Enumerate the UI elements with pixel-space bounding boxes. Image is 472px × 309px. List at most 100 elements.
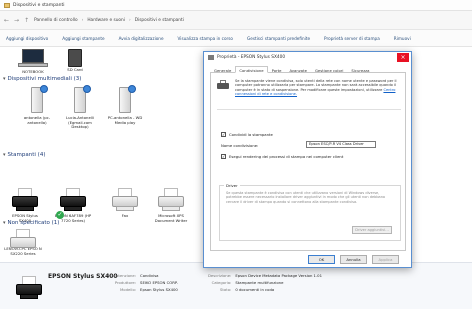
share-printer-label: Condividi la stampante (229, 132, 273, 137)
device-notebook[interactable]: NOTEBOOK (14, 49, 52, 75)
tab-color-management[interactable]: Gestione colori (311, 66, 347, 73)
device-multimedia-2[interactable]: Lucia-Antonelli (Egmail.com Desktop) (61, 85, 99, 130)
apply-button[interactable]: Applica (372, 255, 399, 264)
dialog-tabs: Generale Condivisione Porte Avanzate Ges… (210, 66, 406, 73)
render-client-row[interactable]: ✓ Esegui rendering dei processi di stamp… (221, 154, 343, 159)
folder-icon (4, 2, 10, 8)
forward-arrow-icon[interactable]: → (14, 17, 19, 24)
device-label: SD Card (67, 67, 83, 72)
manage-default-printers-button[interactable]: Gestisci stampanti predefinite (247, 36, 310, 41)
up-arrow-icon[interactable]: ↑ (24, 17, 29, 24)
tab-general[interactable]: Generale (210, 66, 235, 73)
section-title: Stampanti (4) (7, 152, 46, 158)
details-key: Stato: (220, 287, 232, 292)
device-unspecified-1[interactable]: LENOVO-PC EPSO N SX220 Series (4, 228, 42, 256)
device-label: PC-antonella - WD Media play (107, 115, 143, 125)
breadcrumb-item[interactable]: Dispositivi e stampanti (135, 18, 184, 23)
address-bar: ← → ↑ Pannello di controllo › Hardware e… (0, 11, 472, 30)
printer-icon (14, 275, 44, 301)
section-title: Dispositivi multimediali (3) (7, 76, 82, 82)
window-title: Dispositivi e stampanti (13, 2, 65, 8)
sharing-tab-panel: Se la stampante viene condivisa, solo ut… (210, 73, 406, 251)
section-title: Non specificato (1) (7, 220, 60, 226)
cancel-button[interactable]: Annulla (340, 255, 367, 264)
breadcrumb-item[interactable]: Hardware e suoni (87, 18, 125, 23)
tab-ports[interactable]: Porte (268, 66, 286, 73)
collapse-chevron-icon[interactable]: ▾ (3, 220, 6, 226)
drivers-title: Driver (224, 183, 240, 188)
collapse-chevron-icon[interactable]: ▾ (3, 152, 6, 158)
media-server-icon (114, 85, 136, 115)
details-pane: EPSON Stylus SX400 Manutenzione: Condivi… (0, 262, 472, 309)
command-toolbar: Aggiungi dispositivo Aggiungi stampante … (0, 30, 472, 47)
printer-small-icon (208, 55, 214, 60)
drivers-description: Se questa stampante è condivisa con uten… (226, 191, 386, 204)
sharing-description-text: Se la stampante viene condivisa, solo ut… (235, 79, 397, 92)
details-value: SEIKO EPSON CORP. (140, 280, 178, 285)
device-label: LENOVO-PC EPSO N SX220 Series (4, 246, 42, 256)
breadcrumb[interactable]: Pannello di controllo › Hardware e suoni… (34, 18, 184, 23)
device-label: NOTEBOOK (22, 69, 44, 74)
section-unspecified[interactable]: ▾ Non specificato (1) (0, 219, 59, 227)
details-key: Categoria: (211, 280, 232, 285)
tab-security[interactable]: Sicurezza (347, 66, 373, 73)
device-printer-1[interactable]: EPSON Stylus SX400 (6, 187, 44, 223)
print-server-properties-button[interactable]: Proprietà server di stampa (324, 36, 380, 41)
render-client-label: Esegui rendering dei processi di stampa … (229, 154, 344, 159)
start-scan-button[interactable]: Avvia digitalizzazione (119, 36, 164, 41)
breadcrumb-item[interactable]: Pannello di controllo (34, 18, 78, 23)
back-arrow-icon[interactable]: ← (4, 17, 9, 24)
breadcrumb-separator-icon: › (128, 17, 131, 23)
close-icon[interactable]: × (397, 53, 409, 62)
details-grid-right: Descrizione: Epson Device Metadata Packa… (208, 273, 322, 292)
device-label: antonella (pc-antonella) (23, 115, 51, 125)
laptop-icon (17, 49, 49, 69)
add-printer-button[interactable]: Aggiungi stampante (62, 36, 104, 41)
details-value: Epson Device Metadata Package Version 1.… (235, 273, 323, 278)
details-value: 0 documenti in coda (235, 287, 275, 292)
device-printer-4[interactable]: Microsoft XPS Document Writer (152, 187, 190, 223)
device-label: Microsoft XPS Document Writer (154, 213, 188, 223)
fax-icon (110, 187, 140, 213)
details-key: Descrizione: (208, 273, 232, 278)
media-server-icon (26, 85, 48, 115)
device-multimedia-3[interactable]: PC-antonella - WD Media play (106, 85, 144, 125)
add-device-button[interactable]: Aggiungi dispositivo (6, 36, 48, 41)
sd-card-icon (68, 49, 82, 67)
device-sdcard[interactable]: SD Card (56, 49, 94, 73)
details-value: Epson Stylus SX400 (140, 287, 178, 292)
device-printer-2[interactable]: ✓ EPSON 6AF789 (HP 7720 Series) (54, 187, 92, 223)
device-multimedia-1[interactable]: antonella (pc-antonella) (18, 85, 56, 125)
dialog-titlebar: Proprietà - EPSON Stylus SX400 (204, 52, 411, 63)
printer-icon (8, 228, 38, 248)
details-key: Produttore: (114, 280, 137, 285)
details-value: Condivisa (140, 273, 159, 278)
remove-device-button[interactable]: Rimuovi (394, 36, 411, 41)
shared-printer-icon (217, 80, 229, 90)
dialog-title: Proprietà - EPSON Stylus SX400 (217, 55, 286, 60)
share-name-label: Nome condivisione: (221, 143, 259, 148)
share-name-field[interactable]: Epson ESC/P-R V4 Class Driver (306, 141, 376, 148)
media-server-icon (69, 85, 91, 115)
breadcrumb-separator-icon: › (81, 17, 84, 23)
tab-sharing[interactable]: Condivisione (235, 66, 268, 73)
collapse-chevron-icon[interactable]: ▾ (3, 76, 6, 82)
share-printer-checkbox[interactable]: ✓ (221, 132, 226, 137)
details-value: Stampante multifunzione (235, 280, 284, 285)
drivers-groupbox: Driver Se questa stampante è condivisa c… (219, 183, 401, 241)
tab-advanced[interactable]: Avanzate (285, 66, 311, 73)
device-label: Fax (121, 213, 129, 218)
section-printers[interactable]: ▾ Stampanti (4) (0, 151, 45, 159)
printer-icon (10, 187, 40, 213)
sharing-description: Se la stampante viene condivisa, solo ut… (235, 79, 401, 97)
details-grid-left: Manutenzione: Condivisa Produttore: SEIK… (108, 273, 178, 292)
device-printer-3[interactable]: Fax (106, 187, 144, 219)
device-label: Lucia-Antonelli (Egmail.com Desktop) (66, 115, 94, 130)
see-printing-button[interactable]: Visualizza stampa in corso (178, 36, 233, 41)
share-printer-row[interactable]: ✓ Condividi la stampante (221, 132, 273, 137)
ok-button[interactable]: OK (308, 255, 335, 264)
section-multimedia[interactable]: ▾ Dispositivi multimediali (3) (0, 75, 81, 83)
additional-drivers-button[interactable]: Driver aggiuntivi... (352, 226, 392, 234)
render-client-checkbox[interactable]: ✓ (221, 154, 226, 159)
details-key: Manutenzione: (108, 273, 137, 278)
